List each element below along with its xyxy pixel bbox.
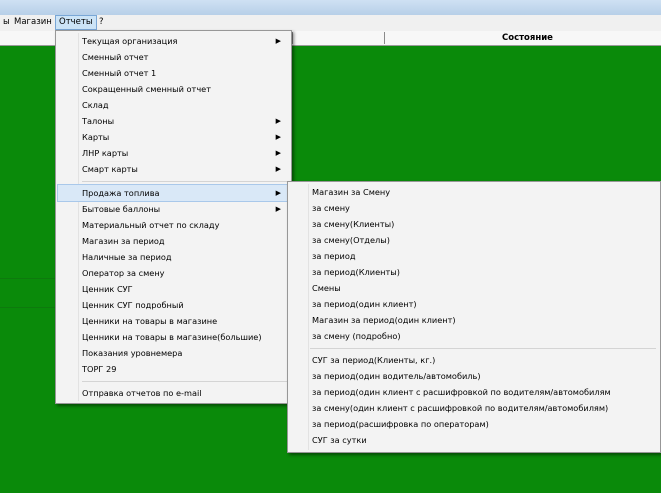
menu-item-operator-shift[interactable]: Оператор за смену (58, 265, 289, 281)
menu-item-smart-cards[interactable]: Смарт карты ▶ (58, 161, 289, 177)
menu-item-label: Карты (82, 132, 110, 142)
submenu-item-shop-shift[interactable]: Магазин за Смену (290, 184, 658, 200)
menu-item-label: Сменный отчет 1 (82, 68, 157, 78)
menu-item-label: Склад (82, 100, 109, 110)
column-divider[interactable] (384, 32, 385, 44)
menu-item-torg-29[interactable]: ТОРГ 29 (58, 361, 289, 377)
menu-item-label: ЛНР карты (82, 148, 129, 158)
menu-item-lpg-price-tag[interactable]: Ценник СУГ (58, 281, 289, 297)
submenu-item-shift-one-client-drivers[interactable]: за смену(один клиент с расшифровкой по в… (290, 400, 658, 416)
column-header-state[interactable]: Состояние (502, 31, 553, 45)
menu-item-label: ТОРГ 29 (82, 364, 117, 374)
menu-item-label: Ценники на товары в магазине (82, 316, 218, 326)
menu-item-cash-period[interactable]: Наличные за период (58, 249, 289, 265)
submenu-item-shop-period-one-client[interactable]: Магазин за период(один клиент) (290, 312, 658, 328)
menu-item-short-shift-report[interactable]: Сокращенный сменный отчет (58, 81, 289, 97)
menu-item-fuel-sales[interactable]: Продажа топлива ▶ (57, 184, 290, 202)
menu-item-level-gauge[interactable]: Показания уровнемера (58, 345, 289, 361)
menu-item-shop-price-tags-large[interactable]: Ценники на товары в магазине(большие) (58, 329, 289, 345)
menu-shop[interactable]: Магазин (11, 15, 55, 30)
menu-item-label: Сокращенный сменный отчет (82, 84, 211, 94)
submenu-item-shift[interactable]: за смену (290, 200, 658, 216)
menu-item-lnr-cards[interactable]: ЛНР карты ▶ (58, 145, 289, 161)
submenu-item-period-one-client[interactable]: за период(один клиент) (290, 296, 658, 312)
menu-item-label: Талоны (82, 116, 115, 126)
submenu-item-lpg-period-clients-kg[interactable]: СУГ за период(Клиенты, кг.) (290, 352, 658, 368)
menu-reports[interactable]: Отчеты (55, 15, 97, 30)
menu-item-label: Продажа топлива (82, 188, 160, 198)
submenu-arrow-icon: ▶ (275, 165, 281, 173)
menu-item-label: Сменный отчет (82, 52, 149, 62)
menu-item-label: Ценник СУГ (82, 284, 133, 294)
menu-item-label: Показания уровнемера (82, 348, 183, 358)
column-divider[interactable] (292, 32, 293, 44)
submenu-arrow-icon: ▶ (275, 37, 281, 45)
menu-item-label: Отправка отчетов по e-mail (82, 388, 202, 398)
menu-item-label: Ценники на товары в магазине(большие) (82, 332, 262, 342)
submenu-item-lpg-day[interactable]: СУГ за сутки (290, 432, 658, 448)
submenu-item-shift-departments[interactable]: за смену(Отделы) (290, 232, 658, 248)
submenu-arrow-icon: ▶ (275, 189, 281, 197)
menu-item-shift-report-1[interactable]: Сменный отчет 1 (58, 65, 289, 81)
menu-separator (82, 181, 287, 182)
menu-item-label: Бытовые баллоны (82, 204, 161, 214)
menu-item-household-cylinders[interactable]: Бытовые баллоны ▶ (58, 201, 289, 217)
reports-menu: Текущая организация ▶ Сменный отчет Сменн… (55, 30, 292, 404)
submenu-arrow-icon: ▶ (275, 133, 281, 141)
menu-item-coupons[interactable]: Талоны ▶ (58, 113, 289, 129)
menu-item-email-reports[interactable]: Отправка отчетов по e-mail (58, 385, 289, 401)
submenu-item-period[interactable]: за период (290, 248, 658, 264)
submenu-arrow-icon: ▶ (275, 149, 281, 157)
menu-item-label: Смарт карты (82, 164, 138, 174)
menu-item-label: Ценник СУГ подробный (82, 300, 184, 310)
menu-item-material-report[interactable]: Материальный отчет по складу (58, 217, 289, 233)
submenu-item-shift-detailed[interactable]: за смену (подробно) (290, 328, 658, 344)
menu-item-label: Оператор за смену (82, 268, 165, 278)
menu-item-lpg-price-tag-detailed[interactable]: Ценник СУГ подробный (58, 297, 289, 313)
submenu-item-period-one-client-drivers[interactable]: за период(один клиент с расшифровкой по … (290, 384, 658, 400)
menu-item-shop-price-tags[interactable]: Ценники на товары в магазине (58, 313, 289, 329)
submenu-item-period-clients[interactable]: за период(Клиенты) (290, 264, 658, 280)
submenu-item-period-one-driver[interactable]: за период(один водитель/автомобиль) (290, 368, 658, 384)
submenu-arrow-icon: ▶ (275, 205, 281, 213)
submenu-item-period-operators[interactable]: за период(расшифровка по операторам) (290, 416, 658, 432)
menu-item-label: Материальный отчет по складу (82, 220, 220, 230)
menu-item-shop-period[interactable]: Магазин за период (58, 233, 289, 249)
menu-separator (82, 381, 287, 382)
window-title-bar (0, 0, 661, 16)
menu-item-label: Магазин за период (82, 236, 165, 246)
fuel-sales-submenu: Магазин за Смену за смену за смену(Клиен… (287, 181, 661, 453)
menu-item-warehouse[interactable]: Склад (58, 97, 289, 113)
submenu-arrow-icon: ▶ (275, 117, 281, 125)
submenu-item-shifts[interactable]: Смены (290, 280, 658, 296)
menu-item-current-organization[interactable]: Текущая организация ▶ (58, 33, 289, 49)
menu-item-cards[interactable]: Карты ▶ (58, 129, 289, 145)
menu-item-shift-report[interactable]: Сменный отчет (58, 49, 289, 65)
menu-help[interactable]: ? (96, 15, 107, 30)
menu-item-label: Текущая организация (82, 36, 178, 46)
submenu-item-shift-clients[interactable]: за смену(Клиенты) (290, 216, 658, 232)
menu-separator (310, 348, 656, 349)
menu-item-label: Наличные за период (82, 252, 172, 262)
